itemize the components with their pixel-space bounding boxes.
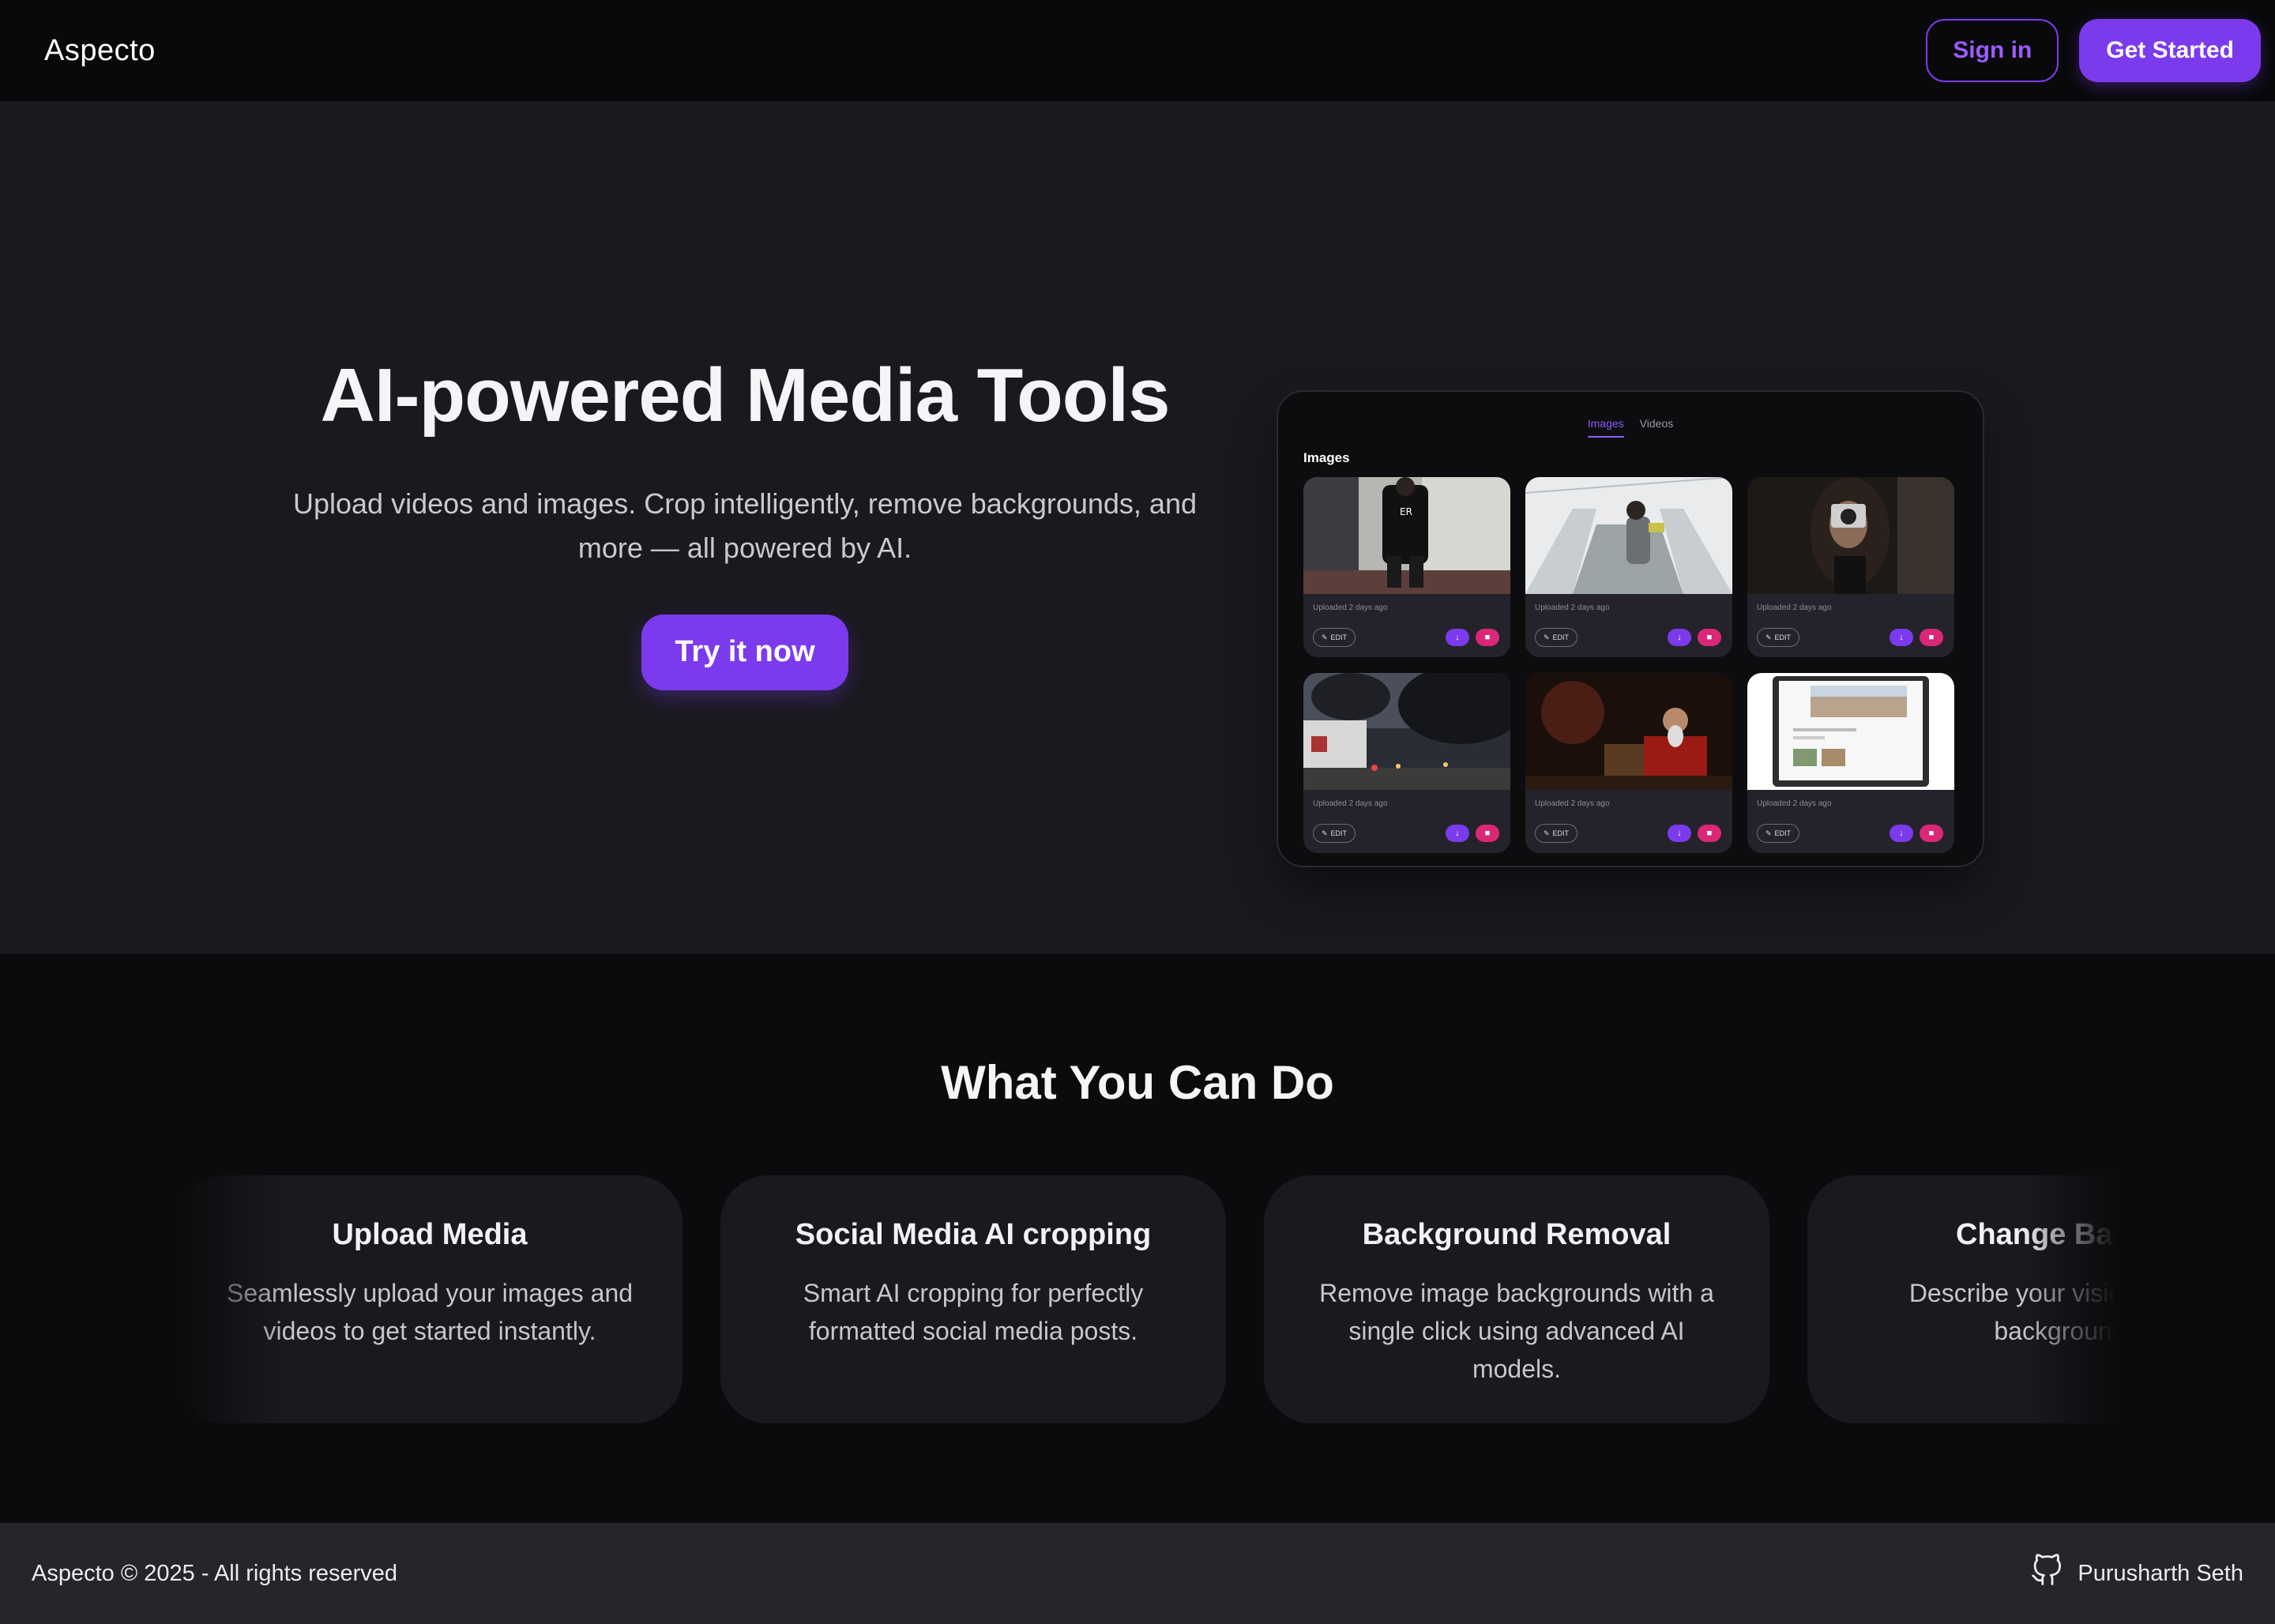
nav-actions: Sign in Get Started [1926,19,2261,82]
hero-section: AI-powered Media Tools Upload videos and… [0,101,2275,954]
download-button[interactable]: ↓ [1668,629,1691,646]
github-author-link[interactable]: Purusharth Seth [2030,1554,2243,1593]
feature-card-background-removal: Background Removal Remove image backgrou… [1264,1175,1769,1423]
download-button[interactable]: ↓ [1446,825,1469,842]
edit-label: EDIT [1552,633,1570,641]
author-name: Purusharth Seth [2078,1560,2243,1586]
media-card: Uploaded 2 days ago ✎ EDIT ↓ ■ [1747,673,1954,853]
tab-images[interactable]: Images [1587,417,1624,438]
download-icon: ↓ [1455,633,1460,642]
edit-button[interactable]: ✎ EDIT [1757,628,1800,647]
preview-tabs: Images Videos [1278,417,1983,438]
preview-heading: Images [1303,450,1350,465]
pencil-icon: ✎ [1765,633,1772,641]
media-upload-time: Uploaded 2 days ago [1535,799,1610,808]
download-icon: ↓ [1899,633,1904,642]
edit-button[interactable]: ✎ EDIT [1535,628,1578,647]
delete-button[interactable]: ■ [1920,825,1943,842]
download-icon: ↓ [1677,633,1682,642]
preview-grid: ER Uploaded 2 days ago ✎ EDIT ↓ ■ Upload… [1303,477,1954,853]
feature-description: Remove image backgrounds with a single c… [1319,1279,1714,1383]
trash-icon: ■ [1484,829,1491,838]
get-started-button[interactable]: Get Started [2079,19,2261,82]
media-card: Uploaded 2 days ago ✎ EDIT ↓ ■ [1525,477,1732,657]
feature-description: Seamlessly upload your images and videos… [226,1279,634,1345]
media-thumbnail[interactable] [1525,477,1732,594]
trash-icon: ■ [1484,633,1491,642]
edit-label: EDIT [1774,633,1792,641]
download-icon: ↓ [1899,829,1904,838]
svg-text:ER: ER [1400,506,1412,517]
media-thumbnail[interactable] [1525,673,1732,790]
edit-button[interactable]: ✎ EDIT [1313,628,1356,647]
navbar: Aspecto Sign in Get Started [0,0,2275,101]
media-card: Uploaded 2 days ago ✎ EDIT ↓ ■ [1525,673,1732,853]
app-preview: Images Videos Images ER Uploaded 2 days … [1277,390,1984,867]
feature-title: Background Removal [1362,1218,1671,1251]
brand-logo[interactable]: Aspecto [44,34,156,68]
download-button[interactable]: ↓ [1668,825,1691,842]
feature-title: Social Media AI cropping [795,1218,1152,1251]
pencil-icon: ✎ [1322,633,1328,641]
delete-button[interactable]: ■ [1698,629,1721,646]
edit-button[interactable]: ✎ EDIT [1535,824,1578,843]
download-button[interactable]: ↓ [1890,825,1913,842]
feature-card-change-background: Change Backg Describe your vision — the … [1807,1175,2126,1423]
media-card: ER Uploaded 2 days ago ✎ EDIT ↓ ■ [1303,477,1510,657]
feature-card-upload-media: Upload Media Seamlessly upload your imag… [177,1175,682,1423]
footer: Aspecto © 2025 - All rights reserved Pur… [0,1523,2275,1624]
edit-label: EDIT [1330,829,1348,837]
edit-label: EDIT [1774,829,1792,837]
media-upload-time: Uploaded 2 days ago [1757,799,1832,808]
trash-icon: ■ [1706,633,1713,642]
media-thumbnail[interactable] [1303,673,1510,790]
pencil-icon: ✎ [1544,829,1550,837]
media-thumbnail[interactable] [1747,673,1954,790]
features-title: What You Can Do [941,1056,1334,1109]
media-upload-time: Uploaded 2 days ago [1313,799,1388,808]
pencil-icon: ✎ [1322,829,1328,837]
trash-icon: ■ [1928,633,1935,642]
delete-button[interactable]: ■ [1920,629,1943,646]
feature-description: Describe your vision — the background [1908,1279,2126,1345]
pencil-icon: ✎ [1765,829,1772,837]
media-thumbnail[interactable]: ER [1303,477,1510,594]
media-upload-time: Uploaded 2 days ago [1313,603,1388,612]
edit-label: EDIT [1552,829,1570,837]
tab-videos[interactable]: Videos [1640,417,1674,438]
delete-button[interactable]: ■ [1476,825,1499,842]
edit-button[interactable]: ✎ EDIT [1313,824,1356,843]
delete-button[interactable]: ■ [1698,825,1721,842]
hero-subtitle: Upload videos and images. Crop intellige… [293,487,1197,565]
download-button[interactable]: ↓ [1890,629,1913,646]
download-button[interactable]: ↓ [1446,629,1469,646]
feature-title: Change Backg [1956,1218,2126,1251]
hero-text: AI-powered Media Tools Upload videos and… [261,352,1229,690]
media-upload-time: Uploaded 2 days ago [1757,603,1832,612]
hero-title: AI-powered Media Tools [320,353,1171,438]
edit-label: EDIT [1330,633,1348,641]
trash-icon: ■ [1928,829,1935,838]
try-it-now-button[interactable]: Try it now [641,614,848,690]
media-card: Uploaded 2 days ago ✎ EDIT ↓ ■ [1303,673,1510,853]
copyright-text: Aspecto © 2025 - All rights reserved [32,1560,398,1586]
trash-icon: ■ [1706,829,1713,838]
download-icon: ↓ [1677,829,1682,838]
sign-in-button[interactable]: Sign in [1926,19,2059,82]
media-card: Uploaded 2 days ago ✎ EDIT ↓ ■ [1747,477,1954,657]
feature-title: Upload Media [332,1218,528,1251]
github-icon [2030,1554,2063,1593]
feature-card-ai-cropping: Social Media AI cropping Smart AI croppi… [720,1175,1226,1423]
edit-button[interactable]: ✎ EDIT [1757,824,1800,843]
media-upload-time: Uploaded 2 days ago [1535,603,1610,612]
features-carousel[interactable]: Upload Media Seamlessly upload your imag… [177,1175,2126,1425]
delete-button[interactable]: ■ [1476,629,1499,646]
download-icon: ↓ [1455,829,1460,838]
pencil-icon: ✎ [1544,633,1550,641]
feature-description: Smart AI cropping for perfectly formatte… [803,1279,1144,1345]
features-section: What You Can Do Upload Media Seamlessly … [0,954,2275,1523]
features-row: Upload Media Seamlessly upload your imag… [177,1175,2126,1423]
media-thumbnail[interactable] [1747,477,1954,594]
